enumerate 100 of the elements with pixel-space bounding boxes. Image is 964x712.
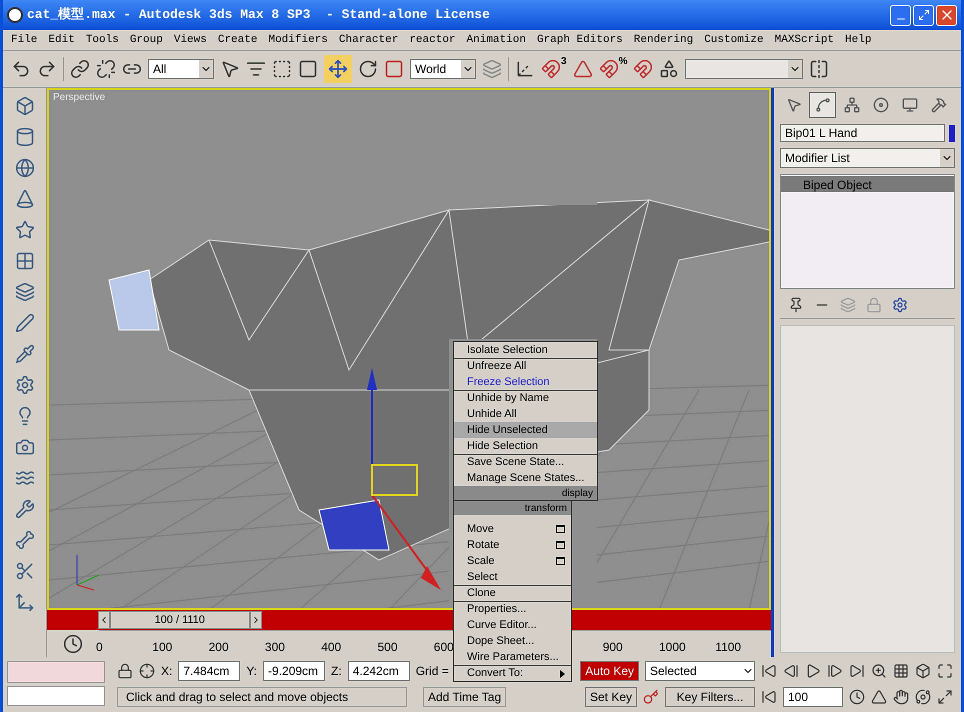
menu-item[interactable]: Customize [704,32,764,48]
selection-filter-dropdown[interactable]: All [148,59,214,79]
menu-item[interactable]: Convert To: [454,665,571,681]
menu-item[interactable]: Properties... [454,601,571,617]
time-slider-thumb[interactable]: 100 / 1110 [110,611,250,629]
menu-item[interactable]: Freeze Selection [454,374,597,390]
region-select-icon[interactable] [272,59,292,79]
snap-label: % [618,57,628,67]
modifier-stack-item[interactable]: Biped Object [781,176,954,192]
rotate-icon[interactable] [358,59,378,79]
lock-icon[interactable] [117,663,133,679]
menu-item[interactable]: Edit [48,32,75,48]
menu-item[interactable]: Scale [454,553,571,569]
next-key-icon[interactable] [827,663,843,679]
menu-item[interactable]: Dope Sheet... [454,633,571,649]
menu-item[interactable]: Unfreeze All [454,358,597,374]
scissors-icon[interactable] [14,561,34,581]
menu-item[interactable]: Save Scene State... [454,454,597,470]
menu-item[interactable]: Views [174,32,207,48]
add-time-tag-button[interactable]: Add Time Tag [423,687,506,707]
key-filters-button[interactable]: Key Filters... [665,687,755,707]
menu-item[interactable]: Rotate [454,537,571,553]
coordinate-field[interactable]: 4.242cm [348,661,410,681]
unlink-icon[interactable] [96,59,116,79]
menu-item[interactable]: File [11,32,38,48]
select-icon[interactable] [220,59,240,79]
next-frame-button[interactable] [250,611,262,629]
coordinate-field[interactable]: 7.484cm [178,661,240,681]
script-output-field[interactable] [7,686,105,706]
menu-item[interactable]: Clone [454,585,571,601]
link-icon[interactable] [70,59,90,79]
axes-icon[interactable] [14,592,34,612]
layers-icon[interactable] [14,282,34,302]
menu-item[interactable]: Graph Editors [536,32,623,48]
menu-item[interactable]: Character [338,32,398,48]
object-name-field[interactable]: Bip01 L Hand [780,124,945,142]
close-button[interactable] [936,4,957,26]
coordinate-field[interactable]: -9.209cm [263,661,326,681]
quadrant-title: transform [454,501,571,515]
magnet-icon[interactable] [598,59,619,79]
previous-key-icon[interactable] [783,663,799,679]
menu-item[interactable]: Animation [466,32,526,48]
set-key-button[interactable]: Set Key [584,687,637,707]
maximize-viewport-icon[interactable] [937,689,953,705]
pan-icon[interactable] [893,689,909,705]
menu-item[interactable]: Hide Selection [454,438,597,454]
script-listener-field[interactable] [7,661,105,683]
menu-item[interactable]: Unhide All [454,406,597,422]
modify-tab[interactable] [809,92,836,118]
menu-item[interactable]: Move [454,521,571,537]
menu-item[interactable]: Hide Unselected [454,422,597,438]
zoom-icon[interactable] [871,663,887,679]
object-color-swatch[interactable] [949,124,955,142]
bone-icon[interactable] [14,530,34,550]
gear-icon[interactable] [14,375,34,395]
menu-item[interactable]: Tools [86,32,119,48]
menu-item[interactable]: reactor [409,32,456,48]
wrench-icon[interactable] [14,499,34,519]
menu-item[interactable]: Manage Scene States... [454,470,597,486]
pipette-icon[interactable] [14,344,34,364]
menu-item[interactable]: MAXScript [774,32,834,48]
go-to-end-icon[interactable] [849,663,865,679]
coordinate-system-dropdown[interactable]: World [410,59,476,79]
redo-icon[interactable] [37,59,57,79]
cube-icon[interactable] [14,96,34,116]
minimize-button[interactable] [890,4,911,26]
menu-item[interactable]: Curve Editor... [454,617,571,633]
star-icon[interactable] [14,220,34,240]
move-tool[interactable] [324,55,352,83]
sphere-icon[interactable] [14,158,34,178]
mirror-icon[interactable] [809,59,830,79]
undo-icon[interactable] [11,59,31,79]
menu-item[interactable]: Isolate Selection [454,342,597,358]
go-to-start-icon[interactable] [761,663,777,679]
modifier-list-dropdown[interactable]: Modifier List [780,148,955,168]
orbit-icon[interactable] [915,689,931,705]
menu-item[interactable]: Create [218,32,258,48]
ruler-tick-label: 400 [321,639,342,656]
camera-icon[interactable] [14,437,34,457]
menu-item[interactable]: Select [454,569,571,585]
auto-key-button[interactable]: Auto Key [580,661,639,681]
play-icon[interactable] [805,663,821,679]
previous-frame-button[interactable] [98,611,110,629]
cylinder-icon[interactable] [14,127,34,147]
key-icon[interactable] [643,689,659,705]
menu-item[interactable]: Rendering [634,32,694,48]
menu-item[interactable]: Help [845,32,872,48]
menu-item[interactable]: Group [130,32,163,48]
named-selection-dropdown[interactable] [685,59,804,79]
pen-icon[interactable] [14,313,34,333]
menu-item[interactable]: Modifiers [268,32,328,48]
key-mode-dropdown[interactable]: Selected [645,661,755,681]
menu-item[interactable]: Unhide by Name [454,390,597,406]
cone-icon[interactable] [14,189,34,209]
maximize-button[interactable] [913,4,934,26]
magnet-icon[interactable] [541,59,561,79]
pin-stack-icon[interactable] [788,296,804,312]
current-frame-field[interactable]: 100 [783,687,843,707]
menu-item[interactable]: Wire Parameters... [454,649,571,665]
checker-icon[interactable] [14,251,34,271]
